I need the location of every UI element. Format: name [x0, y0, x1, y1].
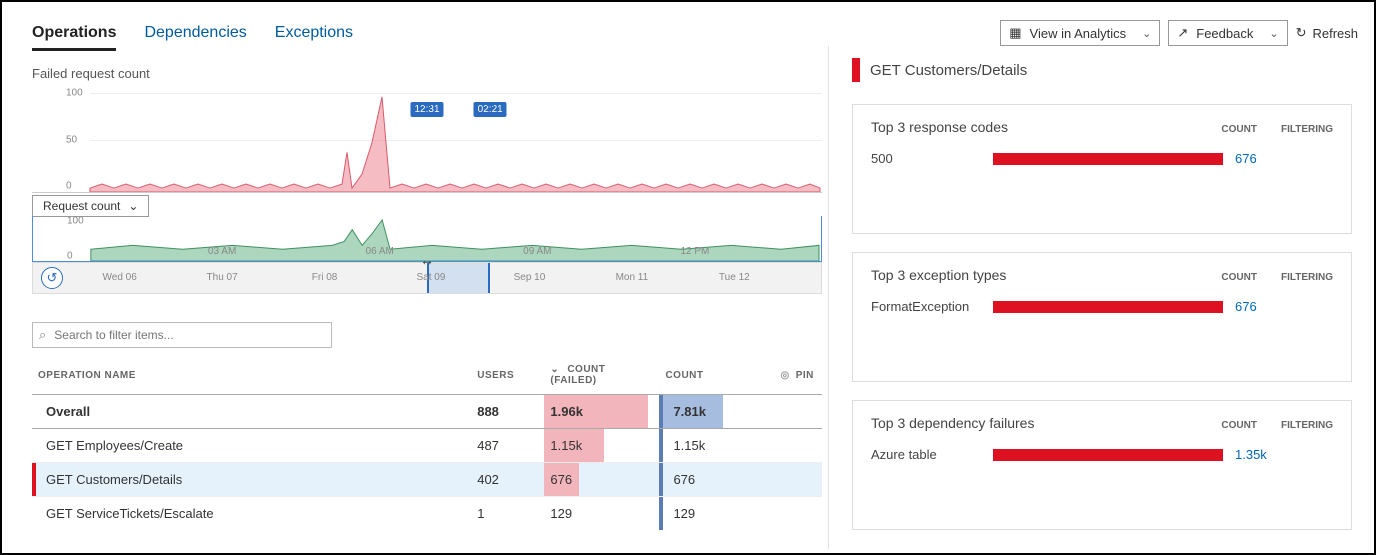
users-cell: 402	[471, 463, 544, 497]
refresh-button[interactable]: ↻ Refresh	[1296, 25, 1358, 41]
table-row[interactable]: Overall8881.96k7.81k	[32, 395, 822, 429]
pin-icon: ◎	[780, 370, 789, 381]
operation-name-cell: GET Customers/Details	[32, 463, 471, 497]
count-cell: 676	[659, 463, 774, 497]
panel-row[interactable]: Azure table1.35k	[871, 447, 1333, 462]
summary-panel: Top 3 exception typesCOUNTFILTERINGForma…	[852, 252, 1352, 382]
timeline-back-button[interactable]: ↺	[41, 267, 63, 289]
tab-dependencies[interactable]: Dependencies	[144, 24, 246, 51]
detail-header: GET Customers/Details	[852, 58, 1352, 82]
tab-operations[interactable]: Operations	[32, 24, 116, 51]
refresh-icon: ↻	[1296, 25, 1307, 41]
chevron-down-icon: ⌄	[128, 199, 138, 213]
table-row[interactable]: GET Employees/Create4871.15k1.15k	[32, 429, 822, 463]
failed-count-cell: 1.96k	[544, 395, 659, 429]
col-users[interactable]: USERS	[471, 350, 544, 395]
search-input[interactable]	[52, 327, 325, 343]
tab-exceptions[interactable]: Exceptions	[275, 24, 353, 51]
panel-row[interactable]: 500676	[871, 151, 1333, 166]
grid-icon: ▦	[1009, 25, 1021, 41]
table-row[interactable]: GET Customers/Details402676676	[32, 463, 822, 497]
resize-cursor-icon: ↔	[420, 252, 434, 268]
users-cell: 888	[471, 395, 544, 429]
range-end-thumb[interactable]: 02:21	[474, 102, 507, 117]
external-link-icon: ↗	[1177, 25, 1188, 41]
summary-panel: Top 3 dependency failuresCOUNTFILTERINGA…	[852, 400, 1352, 530]
users-cell: 487	[471, 429, 544, 463]
filter-search[interactable]: ⌕	[32, 322, 332, 348]
filter-link[interactable]: 1.35k	[1235, 447, 1287, 462]
col-count[interactable]: COUNT	[659, 350, 774, 395]
filter-link[interactable]: 676	[1235, 151, 1287, 166]
operation-name-cell: Overall	[32, 395, 471, 429]
filter-link[interactable]: 676	[1235, 299, 1287, 314]
table-row[interactable]: GET ServiceTickets/Escalate1129129	[32, 497, 822, 531]
panel-row[interactable]: FormatException676	[871, 299, 1333, 314]
col-operation-name[interactable]: OPERATION NAME	[32, 350, 471, 395]
failed-count-cell: 129	[544, 497, 659, 531]
chart-title: Failed request count	[32, 66, 822, 81]
col-count-failed[interactable]: ⌄COUNT (FAILED)	[544, 350, 659, 395]
failed-count-cell: 1.15k	[544, 429, 659, 463]
operation-name-cell: GET ServiceTickets/Escalate	[32, 497, 471, 531]
count-cell: 1.15k	[659, 429, 774, 463]
users-cell: 1	[471, 497, 544, 531]
summary-panel: Top 3 response codesCOUNTFILTERING500676	[852, 104, 1352, 234]
search-icon: ⌕	[39, 327, 46, 343]
col-pin[interactable]: ◎PIN	[774, 350, 822, 395]
failed-count-cell: 676	[544, 463, 659, 497]
range-start-thumb[interactable]: 12:31	[410, 102, 443, 117]
sort-desc-icon: ⌄	[550, 364, 559, 375]
feedback-button[interactable]: ↗ Feedback ⌄	[1168, 20, 1287, 46]
chevron-down-icon: ⌄	[1142, 27, 1151, 40]
metric-dropdown[interactable]: Request count ⌄	[32, 195, 149, 217]
count-cell: 7.81k	[659, 395, 774, 429]
view-analytics-button[interactable]: ▦ View in Analytics ⌄	[1000, 20, 1160, 46]
timeline-minimap[interactable]: ↺ ↔ Wed 06 Thu 07 Fri 08 Sat 09 Sep 10 M…	[32, 262, 822, 294]
chevron-down-icon: ⌄	[1269, 27, 1278, 40]
count-cell: 129	[659, 497, 774, 531]
operation-name-cell: GET Employees/Create	[32, 429, 471, 463]
operations-table: OPERATION NAME USERS ⌄COUNT (FAILED) COU…	[32, 350, 822, 530]
